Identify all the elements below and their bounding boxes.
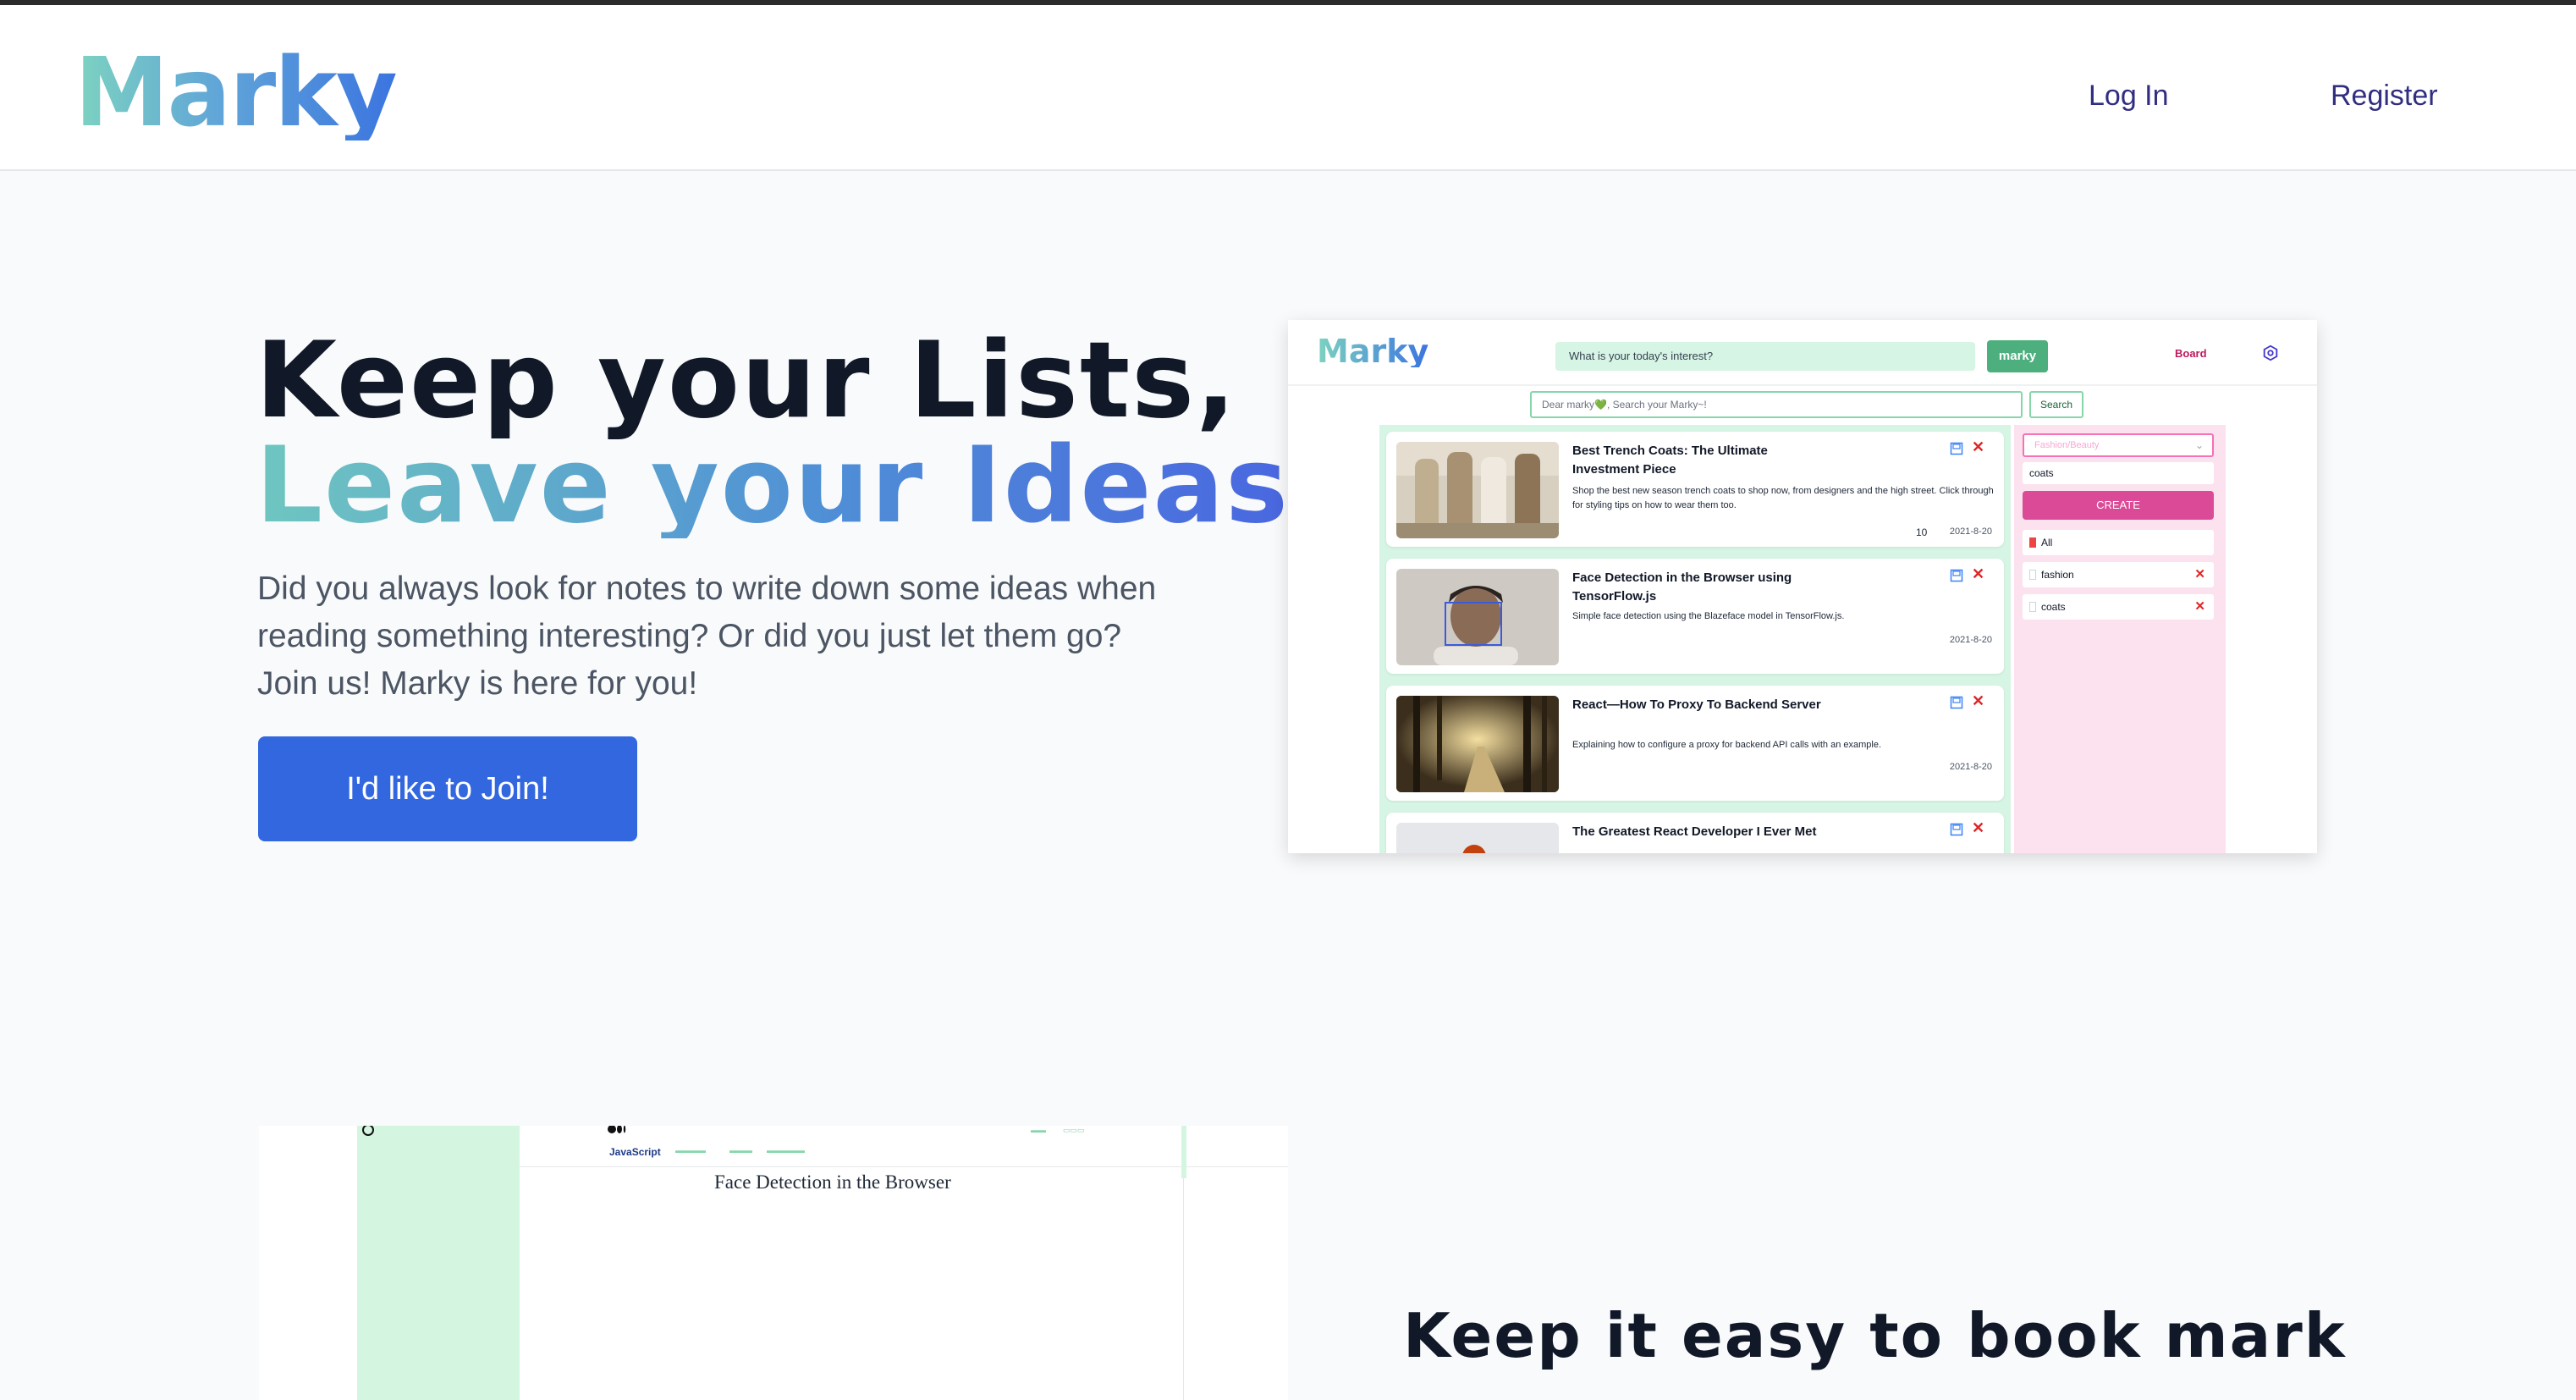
preview-bookmark-card: Best Trench Coats: The Ultimate Investme… xyxy=(1386,432,2004,547)
section2-title: Keep it easy to book mark xyxy=(1403,1300,2347,1371)
faint-nav-text: ▭▭▭ xyxy=(1063,1126,1085,1134)
hero-title: Keep your Lists, Leave your Ideas xyxy=(256,328,1290,538)
article-preview-sidebar xyxy=(357,1126,520,1400)
preview-card-date: 2021-8-20 xyxy=(1949,635,1992,645)
preview-category-select: Fashion/Beauty ⌄ xyxy=(2023,433,2214,457)
preview-tag-item: All xyxy=(2023,530,2214,555)
face-detection-thumbnail xyxy=(1396,569,1559,665)
save-icon xyxy=(1950,823,1963,836)
preview-tag-sidebar: Fashion/Beauty ⌄ coats CREATE All fashio… xyxy=(2014,425,2226,853)
preview-card-date: 2021-8-20 xyxy=(1949,526,1992,537)
delete-icon: ✕ xyxy=(1972,438,1985,455)
preview-marky-button: marky xyxy=(1987,340,2048,372)
preview-tag-label: fashion xyxy=(2041,569,2074,581)
preview-tag-label: All xyxy=(2041,537,2053,548)
preview-tag-item: fashion ✕ xyxy=(2023,562,2214,587)
app-preview-screenshot: Marky What is your today's interest? mar… xyxy=(1288,320,2317,853)
register-link[interactable]: Register xyxy=(2331,80,2438,113)
preview-bookmark-feed: Best Trench Coats: The Ultimate Investme… xyxy=(1379,425,2011,853)
preview-tag-label: coats xyxy=(2041,601,2066,613)
preview-card-count: 10 xyxy=(1916,526,1928,538)
faint-nav-text: ▬▬▬▬ xyxy=(675,1146,706,1155)
divider xyxy=(1183,1178,1184,1400)
scrollbar-thumb xyxy=(1181,1126,1186,1178)
site-header: Marky Log In Register xyxy=(0,5,2576,171)
login-link[interactable]: Log In xyxy=(2089,80,2169,113)
preview-card-description: Shop the best new season trench coats to… xyxy=(1572,486,1994,510)
remove-tag-icon: ✕ xyxy=(2194,599,2205,614)
marky-logo[interactable]: Marky xyxy=(74,46,398,141)
react-developer-thumbnail xyxy=(1396,823,1559,853)
article-preview-tag: JavaScript xyxy=(609,1146,661,1158)
preview-bookmark-card: React—How To Proxy To Backend Server Exp… xyxy=(1386,686,2004,801)
article-preview-screenshot: ▬▬ ▭▭▭ JavaScript ▬▬▬▬ ▬▬▬ ▬▬▬▬▬ Face De… xyxy=(259,1126,1288,1400)
trench-coat-thumbnail xyxy=(1396,442,1559,538)
faint-nav-text: ▬▬▬▬▬ xyxy=(767,1146,805,1155)
delete-icon: ✕ xyxy=(1972,692,1985,709)
preview-bookmark-card: The Greatest React Developer I Ever Met … xyxy=(1386,813,2004,853)
hero-description: Did you always look for notes to write d… xyxy=(257,570,1157,702)
bookmark-icon xyxy=(2029,537,2036,548)
bookmark-icon xyxy=(2029,602,2036,612)
preview-tag-item: coats ✕ xyxy=(2023,594,2214,620)
medium-logo-icon xyxy=(608,1126,626,1133)
chevron-down-icon: ⌄ xyxy=(2194,439,2204,451)
preview-category-placeholder: Fashion/Beauty xyxy=(2034,440,2100,450)
preview-settings-icon xyxy=(2263,344,2278,361)
preview-search-input: Dear marky💚, Search your Marky~! xyxy=(1530,391,2023,418)
faint-nav-text: ▬▬ xyxy=(1031,1126,1046,1134)
preview-logo: Marky xyxy=(1317,333,1429,370)
preview-card-description: Explaining how to configure a proxy for … xyxy=(1572,740,1882,750)
preview-create-button: CREATE xyxy=(2023,491,2214,520)
preview-card-title: Best Trench Coats: The Ultimate Investme… xyxy=(1572,444,1768,477)
preview-card-title: The Greatest React Developer I Ever Met xyxy=(1572,824,1817,839)
bookmark-icon xyxy=(2029,570,2036,580)
preview-card-title: React—How To Proxy To Backend Server xyxy=(1572,697,1821,712)
article-preview-title: Face Detection in the Browser xyxy=(714,1171,951,1193)
faint-nav-text: ▬▬▬ xyxy=(729,1146,752,1155)
forest-path-thumbnail xyxy=(1396,696,1559,792)
preview-search-button: Search xyxy=(2029,391,2083,418)
save-icon xyxy=(1950,442,1963,455)
delete-icon: ✕ xyxy=(1972,565,1985,582)
preview-board-link: Board xyxy=(2175,347,2207,360)
save-icon xyxy=(1950,569,1963,582)
save-icon xyxy=(1950,696,1963,709)
preview-card-date: 2021-8-20 xyxy=(1949,762,1992,772)
preview-interest-input: What is your today's interest? xyxy=(1555,342,1975,371)
hero-title-line2: Leave your Ideas xyxy=(256,425,1290,547)
preview-card-description: Simple face detection using the Blazefac… xyxy=(1572,611,1845,621)
join-button[interactable]: I'd like to Join! xyxy=(258,736,637,841)
preview-tag-input: coats xyxy=(2023,462,2214,484)
preview-bookmark-card: Face Detection in the Browser using Tens… xyxy=(1386,559,2004,674)
delete-icon: ✕ xyxy=(1972,819,1985,836)
divider xyxy=(520,1166,1288,1167)
remove-tag-icon: ✕ xyxy=(2194,567,2205,581)
preview-card-title: Face Detection in the Browser using Tens… xyxy=(1572,570,1792,604)
hero-title-line1: Keep your Lists, xyxy=(256,320,1238,442)
